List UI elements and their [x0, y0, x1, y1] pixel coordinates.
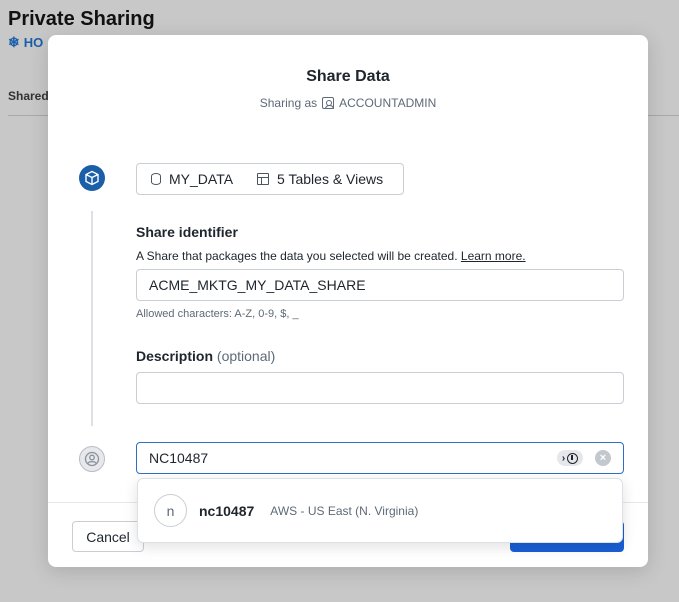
allowed-characters-hint: Allowed characters: A-Z, 0-9, $, _	[136, 308, 299, 320]
description-label: Description (optional)	[136, 348, 275, 364]
user-icon	[322, 97, 335, 109]
avatar: n	[154, 494, 187, 527]
share-identifier-helper: A Share that packages the data you selec…	[136, 249, 526, 263]
table-icon	[257, 173, 270, 185]
cancel-button[interactable]: Cancel	[72, 521, 144, 552]
tab-shared: Shared	[8, 89, 49, 103]
learn-more-link[interactable]: Learn more.	[461, 249, 526, 263]
modal-title: Share Data	[306, 68, 390, 85]
account-suggestion-dropdown[interactable]: n nc10487 AWS - US East (N. Virginia)	[137, 478, 623, 543]
database-name: MY_DATA	[169, 171, 234, 187]
selected-data-pill[interactable]: MY_DATA 5 Tables & Views	[136, 163, 404, 195]
snowflake-icon: ❄	[8, 34, 20, 50]
description-input[interactable]	[136, 372, 624, 404]
input-icons: › ×	[557, 450, 611, 466]
page-title: Private Sharing	[8, 8, 155, 30]
description-label-text: Description	[136, 348, 214, 364]
password-manager-icon[interactable]: ›	[557, 450, 583, 466]
consumer-step-icon	[79, 446, 105, 472]
sharing-as-user: ACCOUNTADMIN	[339, 96, 437, 110]
share-identifier-input[interactable]: ACME_MKTG_MY_DATA_SHARE	[136, 269, 624, 301]
helper-text: A Share that packages the data you selec…	[136, 249, 458, 263]
objects-count: 5 Tables & Views	[277, 171, 384, 187]
consumer-account-input[interactable]: NC10487 › ×	[136, 442, 624, 474]
consumer-account-value: NC10487	[149, 450, 209, 466]
optional-tag: (optional)	[216, 348, 276, 364]
sharing-as-prefix: Sharing as	[259, 96, 318, 110]
share-identifier-label: Share identifier	[136, 224, 238, 240]
database-icon	[151, 173, 161, 185]
brand: ❄ HO	[8, 34, 43, 51]
sharing-as: Sharing as ACCOUNTADMIN	[48, 96, 648, 110]
step-connector	[91, 211, 93, 426]
clear-icon[interactable]: ×	[595, 450, 611, 466]
account-region: AWS - US East (N. Virginia)	[270, 503, 419, 518]
account-name: nc10487	[199, 502, 255, 519]
cube-icon	[79, 165, 105, 191]
share-identifier-value: ACME_MKTG_MY_DATA_SHARE	[149, 277, 366, 293]
brand-label: HO	[23, 35, 44, 50]
